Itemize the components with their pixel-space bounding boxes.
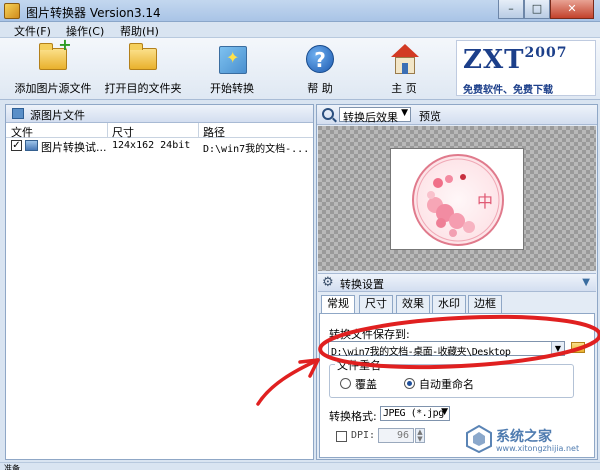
folder-icon	[126, 42, 160, 76]
cherry-blossom-seal-image: 中	[412, 154, 504, 246]
file-checkbox[interactable]: ✓	[11, 140, 22, 151]
open-destination-label: 打开目的文件夹	[104, 82, 182, 95]
zxt-logo: ZXT2007	[463, 45, 568, 75]
file-size: 124x162 24bit	[112, 140, 191, 151]
preview-area: 中	[318, 126, 596, 271]
overwrite-label: 覆盖	[355, 378, 377, 391]
format-select[interactable]: JPEG (*.jpg ▼	[380, 406, 450, 421]
zxt-banner[interactable]: ZXT2007 免费软件、免费下载	[456, 40, 596, 96]
close-button[interactable]: ✕	[550, 0, 594, 19]
magic-wand-icon	[215, 42, 249, 76]
file-row[interactable]: ✓ 图片转换试... 124x162 24bit D:\win7我的文档-...	[6, 138, 313, 155]
dpi-spinner[interactable]: ▲ ▼	[415, 428, 425, 443]
tab-general[interactable]: 常规	[321, 295, 355, 314]
file-path: D:\win7我的文档-...	[203, 144, 310, 155]
tab-watermark[interactable]: 水印	[432, 295, 466, 313]
add-source-label: 添加图片源文件	[14, 82, 92, 95]
convert-settings-title: 转换设置	[340, 278, 384, 291]
browse-folder-icon[interactable]	[571, 342, 585, 353]
preview-mode-value: 转换后效果	[343, 111, 398, 124]
preview-toolbar: 转换后效果 ▼ 预览	[317, 105, 597, 125]
save-path-select[interactable]: D:\win7我的文档-桌面-收藏夹\Desktop ▼	[328, 341, 565, 358]
magnifier-icon[interactable]	[322, 108, 334, 120]
menu-bar: 文件(F) 操作(C) 帮助(H)	[0, 22, 600, 38]
preview-settings-panel: 转换后效果 ▼ 预览 中 ⚙ 转换设置 ▼ 常规 尺寸 效果 水印 边框 转换文…	[316, 104, 598, 460]
preview-mode-select[interactable]: 转换后效果 ▼	[339, 107, 411, 124]
settings-tabs: 常规 尺寸 效果 水印 边框	[319, 295, 595, 314]
menu-help[interactable]: 帮助(H)	[120, 23, 159, 39]
format-label: 转换格式:	[329, 410, 377, 423]
home-icon	[387, 42, 421, 76]
zxt-slogan: 免费软件、免费下载	[463, 85, 553, 96]
image-file-icon	[25, 140, 38, 151]
title-bar: 图片转换器 Version3.14 – □ ✕	[0, 0, 600, 22]
start-convert-button[interactable]: 开始转换	[206, 42, 258, 96]
site-watermark: 系统之家 www.xitongzhijia.net	[462, 422, 598, 456]
image-list-icon	[12, 108, 24, 119]
tab-size[interactable]: 尺寸	[359, 295, 393, 313]
toolbar: + 添加图片源文件 打开目的文件夹 开始转换 ? 帮 助 主 页 ZXT2007…	[0, 37, 600, 100]
help-button[interactable]: ? 帮 助	[300, 42, 340, 96]
gear-icon: ⚙	[322, 275, 334, 290]
watermark-logo-icon	[466, 424, 492, 454]
file-name: 图片转换试...	[41, 141, 107, 154]
folder-add-icon: +	[36, 37, 72, 76]
open-destination-button[interactable]: 打开目的文件夹	[104, 42, 182, 96]
collapse-icon[interactable]: ▼	[582, 277, 590, 288]
window-title: 图片转换器 Version3.14	[26, 6, 161, 20]
overwrite-radio[interactable]	[340, 378, 351, 389]
rename-group-title: 文件重名	[335, 357, 383, 373]
menu-operation[interactable]: 操作(C)	[66, 23, 104, 39]
dropdown-arrow-icon: ▼	[551, 342, 564, 355]
dpi-value: 96	[396, 430, 409, 441]
status-bar: 准备	[0, 462, 600, 470]
help-icon: ?	[303, 42, 337, 76]
save-to-label: 转换文件保存到:	[329, 328, 410, 341]
preview-image-char: 中	[477, 192, 493, 211]
source-files-panel: 源图片文件 文件 尺寸 路径 ✓ 图片转换试... 124x162 24bit …	[5, 104, 314, 460]
status-text: 准备	[4, 464, 20, 470]
tab-border[interactable]: 边框	[468, 295, 502, 313]
watermark-text: 系统之家	[496, 429, 552, 445]
preview-image: 中	[390, 148, 524, 250]
watermark-url: www.xitongzhijia.net	[496, 444, 580, 453]
dpi-input[interactable]: 96	[378, 428, 414, 443]
auto-rename-radio[interactable]	[404, 378, 415, 389]
preview-button[interactable]: 预览	[419, 108, 441, 124]
home-button[interactable]: 主 页	[384, 42, 424, 96]
convert-settings-header[interactable]: ⚙ 转换设置 ▼	[318, 273, 596, 292]
source-files-title: 源图片文件	[30, 109, 85, 122]
dropdown-arrow-icon: ▼	[441, 407, 448, 417]
add-source-button[interactable]: + 添加图片源文件	[14, 37, 92, 96]
maximize-button[interactable]: □	[524, 0, 550, 19]
format-value: JPEG (*.jpg	[383, 408, 444, 419]
file-list-header: 文件 尺寸 路径	[6, 123, 313, 139]
dpi-checkbox[interactable]	[336, 431, 347, 442]
window-controls: – □ ✕	[498, 0, 594, 20]
auto-rename-label: 自动重命名	[419, 378, 474, 391]
rename-group: 文件重名 覆盖 自动重命名	[329, 357, 574, 398]
menu-file[interactable]: 文件(F)	[14, 23, 51, 39]
dropdown-arrow-icon: ▼	[401, 108, 408, 118]
help-label: 帮 助	[307, 82, 333, 95]
app-icon	[4, 3, 20, 19]
app-window: 图片转换器 Version3.14 – □ ✕ 文件(F) 操作(C) 帮助(H…	[0, 0, 600, 470]
start-convert-label: 开始转换	[210, 82, 254, 95]
source-files-header: 源图片文件	[6, 105, 313, 123]
save-path-value: D:\win7我的文档-桌面-收藏夹\Desktop	[331, 347, 511, 358]
home-label: 主 页	[391, 82, 417, 95]
minimize-button[interactable]: –	[498, 0, 524, 19]
dpi-label: DPI:	[351, 430, 376, 441]
tab-effects[interactable]: 效果	[396, 295, 430, 313]
